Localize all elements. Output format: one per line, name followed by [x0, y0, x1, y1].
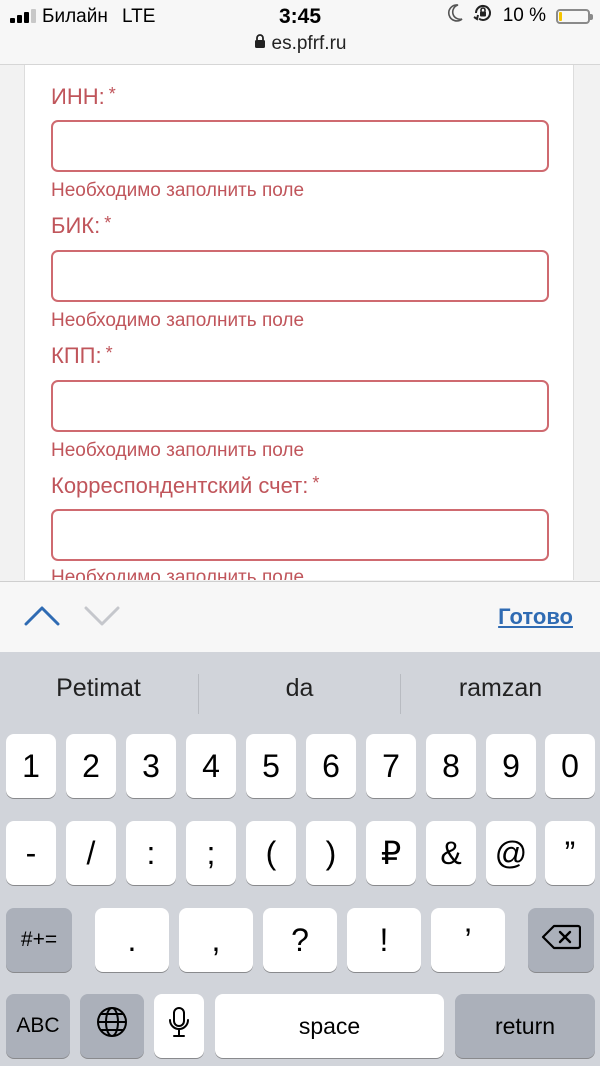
key-slash[interactable]: / [66, 821, 116, 885]
url-text: es.pfrf.ru [271, 33, 347, 55]
corr-account-error: Необходимо заполнить поле [51, 567, 305, 580]
kpp-label: КПП: * [51, 343, 113, 369]
key-3[interactable]: 3 [126, 734, 176, 798]
key-question[interactable]: ? [263, 908, 337, 972]
key-at[interactable]: @ [486, 821, 536, 885]
corr-account-label: Корреспондентский счет: * [51, 473, 319, 499]
keyboard-accessory-bar: Готово [0, 581, 600, 653]
bik-error: Необходимо заполнить поле [51, 310, 305, 331]
suggestion-1[interactable]: Petimat [0, 674, 197, 710]
bik-label-text: БИК: [51, 213, 101, 238]
inn-label: ИНН: * [51, 84, 116, 110]
chevron-down-icon[interactable] [84, 604, 120, 633]
inn-error: Необходимо заполнить поле [51, 180, 305, 201]
microphone-icon [168, 1006, 190, 1046]
key-more-symbols[interactable]: #+= [6, 908, 72, 972]
battery-percent: 10 % [502, 5, 546, 26]
bik-input[interactable] [51, 250, 549, 302]
suggestion-3[interactable]: ramzan [401, 674, 600, 710]
battery-icon [556, 8, 593, 24]
key-apostrophe[interactable]: ’ [431, 908, 505, 972]
key-0[interactable]: 0 [545, 734, 595, 798]
space-key[interactable]: space [215, 994, 444, 1058]
key-period[interactable]: . [95, 908, 169, 972]
return-key[interactable]: return [455, 994, 595, 1058]
key-5[interactable]: 5 [246, 734, 296, 798]
globe-icon [96, 1006, 128, 1046]
kpp-label-text: КПП: [51, 343, 102, 368]
status-bar: Билайн LTE 3:45 es.pfrf.ru 10 % [0, 0, 600, 65]
moon-icon [447, 4, 463, 28]
key-semicolon[interactable]: ; [186, 821, 236, 885]
done-button[interactable]: Готово [498, 604, 573, 630]
key-2[interactable]: 2 [66, 734, 116, 798]
backspace-key[interactable] [528, 908, 594, 972]
corr-account-label-text: Корреспондентский счет: [51, 473, 309, 498]
kpp-input[interactable] [51, 380, 549, 432]
required-mark: * [104, 213, 112, 233]
key-comma[interactable]: , [179, 908, 253, 972]
kpp-error: Необходимо заполнить поле [51, 440, 305, 461]
key-exclamation[interactable]: ! [347, 908, 421, 972]
key-1[interactable]: 1 [6, 734, 56, 798]
lock-icon [254, 33, 266, 55]
orientation-lock-icon [473, 3, 493, 29]
key-ruble[interactable]: ₽ [366, 821, 416, 885]
form-panel: ИНН: * Необходимо заполнить поле БИК: * Не… [24, 65, 574, 580]
key-7[interactable]: 7 [366, 734, 416, 798]
backspace-icon [541, 922, 582, 959]
inn-input[interactable] [51, 120, 549, 172]
key-4[interactable]: 4 [186, 734, 236, 798]
key-ampersand[interactable]: & [426, 821, 476, 885]
chevron-up-icon[interactable] [24, 604, 60, 633]
keyboard: Petimat da ramzan 1 2 3 4 5 6 7 8 9 0 - … [0, 652, 600, 1066]
required-mark: * [105, 343, 113, 363]
web-page: ИНН: * Необходимо заполнить поле БИК: * Не… [0, 65, 600, 580]
key-9[interactable]: 9 [486, 734, 536, 798]
key-8[interactable]: 8 [426, 734, 476, 798]
bik-label: БИК: * [51, 213, 111, 239]
key-quote[interactable]: ” [545, 821, 595, 885]
key-close-paren[interactable]: ) [306, 821, 356, 885]
status-icons: 10 % [447, 3, 593, 29]
key-abc[interactable]: ABC [6, 994, 70, 1058]
globe-key[interactable] [80, 994, 144, 1058]
key-open-paren[interactable]: ( [246, 821, 296, 885]
address-bar[interactable]: es.pfrf.ru [0, 33, 600, 55]
dictation-key[interactable] [154, 994, 204, 1058]
corr-account-input[interactable] [51, 509, 549, 561]
key-colon[interactable]: : [126, 821, 176, 885]
suggestion-2[interactable]: da [199, 674, 400, 710]
required-mark: * [312, 473, 320, 493]
inn-label-text: ИНН: [51, 84, 105, 109]
required-mark: * [108, 84, 116, 104]
key-6[interactable]: 6 [306, 734, 356, 798]
key-hyphen[interactable]: - [6, 821, 56, 885]
